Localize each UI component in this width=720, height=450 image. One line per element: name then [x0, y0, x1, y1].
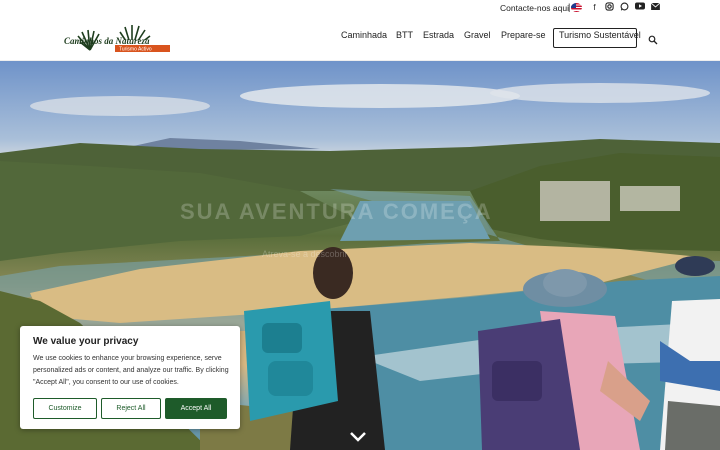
whatsapp-icon[interactable] — [619, 2, 630, 13]
cookie-text: We use cookies to enhance your browsing … — [33, 355, 229, 386]
logo-text: Caminhos da Natureza — [64, 36, 150, 46]
search-icon[interactable] — [648, 32, 658, 45]
us-flag-icon[interactable] — [571, 3, 582, 12]
cookie-consent-panel: We value your privacy We use cookies to … — [20, 326, 240, 429]
reject-all-button[interactable]: Reject All — [101, 398, 161, 419]
nav-gravel[interactable]: Gravel — [464, 30, 491, 40]
mail-icon[interactable] — [650, 2, 661, 13]
contact-link[interactable]: Contacte-nos aqui — [500, 3, 569, 13]
nav-prepare-se[interactable]: Prepare-se — [501, 30, 546, 40]
logo-subtitle: Turismo Activo — [119, 47, 152, 53]
nav-estrada[interactable]: Estrada — [423, 30, 454, 40]
topbar-separator: | — [568, 2, 571, 12]
facebook-icon[interactable]: f — [589, 2, 600, 13]
chevron-down-icon[interactable] — [349, 431, 367, 443]
hero-faded-subtitle: Atreva-se a descobrir — [262, 249, 348, 259]
top-utility-bar: Contacte-nos aqui | f — [0, 0, 720, 16]
cookie-title: We value your privacy — [33, 336, 139, 347]
nav-caminhada[interactable]: Caminhada — [341, 30, 387, 40]
hero-faded-title: SUA AVENTURA COMEÇA — [180, 199, 493, 224]
nav-btt[interactable]: BTT — [396, 30, 413, 40]
nav-turismo-sustentavel[interactable]: Turismo Sustentável — [559, 30, 641, 40]
site-header: Caminhos da Natureza Turismo Activo Cami… — [0, 16, 720, 61]
youtube-icon[interactable] — [634, 2, 645, 13]
site-logo[interactable]: Caminhos da Natureza Turismo Activo — [62, 20, 174, 58]
accept-all-button[interactable]: Accept All — [165, 398, 227, 419]
instagram-icon[interactable] — [604, 2, 615, 13]
customize-button[interactable]: Customize — [33, 398, 97, 419]
